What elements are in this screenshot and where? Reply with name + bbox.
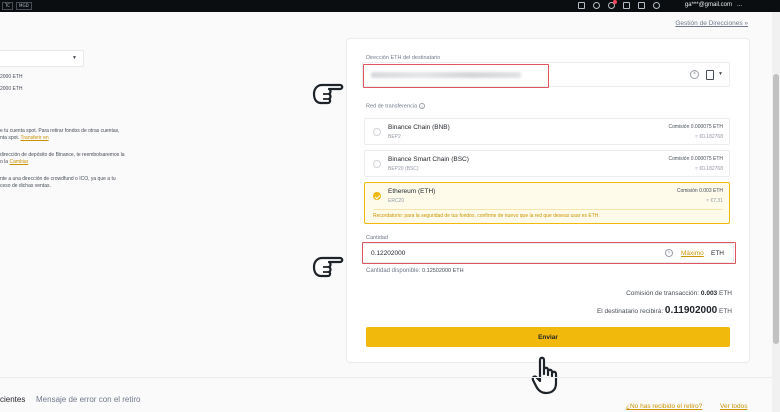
receive-unit: ETH [719,308,732,315]
available-value: 0.12502000 ETH [422,268,464,274]
network-option-bsc[interactable]: Binance Smart Chain (BSC) BEP20 (BSC) Co… [364,150,730,177]
manage-addresses-link[interactable]: Gestión de Direcciones » [675,20,748,27]
not-received-link[interactable]: ¿No has recibido el retiro? [626,403,702,410]
account-email[interactable]: ga***@gmail.com [685,2,732,8]
clicking-hand-icon [531,356,558,395]
note-transfer-line-1: e tu cuenta spot. Para retirar fondos de… [0,128,120,134]
coin-select[interactable]: ▼ [0,50,84,67]
top-bar [0,0,780,12]
badge-mgd[interactable]: MGD [16,2,32,10]
note-transfer: e tu cuenta spot. Para retirar fondos de… [0,128,120,142]
view-all-link[interactable]: Ver todos [720,403,747,410]
network-label-text: Red de transferencia [366,103,418,110]
transaction-fee: Comisión de transacción: 0.003 ETH [626,290,732,297]
bottom-divider [0,377,780,378]
available-label: Cantidad disponible: [366,268,421,274]
note-refund-line-1: dirección de depósito de Binance, te ree… [0,152,125,158]
clear-icon[interactable]: × [690,70,699,79]
network-fee: Comisión 0.000075 ETH [668,156,723,162]
fee-unit: ETH [719,290,732,297]
badge-tc[interactable]: TC [2,2,14,10]
radio-icon [373,128,381,136]
fee-amount: 0.003 [700,290,718,297]
balance-line-1: 2000 ETH [0,74,23,80]
change-link[interactable]: Cambiar [9,159,28,165]
network-fee-value: ≈ €0.182768 [695,166,723,172]
download-icon[interactable] [578,2,585,9]
receive-value: 0.11902000 [664,305,718,316]
network-fee: Comisión 0.003 ETH [676,188,723,194]
network-option-bnb[interactable]: Binance Chain (BNB) BEP2 Comisión 0.0000… [364,118,730,145]
available-balance: Cantidad disponible: 0.12502000 ETH [366,268,464,274]
document-icon[interactable] [623,2,630,9]
scrollbar-thumb[interactable] [773,74,779,344]
note-refund-text: o la [0,159,9,165]
note-refund-line-2: o la Cambiar [0,159,125,166]
wallet-icon[interactable] [638,2,645,9]
pointing-hand-icon [312,83,344,105]
network-sub: ERC20 [388,198,405,204]
tab-recent[interactable]: cientes [0,395,25,404]
network-sub: BEP2 [388,134,401,140]
receive-amount: El destinatario recibirá: 0.11902000 ETH [597,305,732,316]
notification-dot [613,0,617,4]
more-menu-icon[interactable]: ... [737,2,742,8]
network-warning: Recordatorio: para la seguridad de tus f… [373,209,723,219]
receive-label: El destinatario recibirá: [596,308,664,315]
info-icon[interactable]: i [419,103,426,109]
radio-icon [373,160,381,168]
top-icons [578,0,660,9]
balance-line-2: 2000 ETH [0,86,23,92]
fee-label: Comisión de transacción: [626,290,700,297]
check-icon [373,192,381,200]
note-ico-line-1: nte a una dirección de crowdfund o ICO, … [0,176,116,182]
network-name: Binance Chain (BNB) [388,124,450,131]
send-button[interactable]: Enviar [366,327,730,347]
network-name: Ethereum (ETH) [388,188,436,195]
pointing-hand-icon [312,256,344,278]
user-icon[interactable] [653,2,660,9]
top-badges: TC MGD [2,2,32,10]
network-label: Red de transferencia i [366,103,426,110]
network-name: Binance Smart Chain (BSC) [388,156,469,163]
chevron-down-icon: ▼ [72,55,77,61]
globe-icon[interactable] [593,2,600,9]
address-label: Dirección ETH del destinatario [366,55,441,61]
tab-withdraw-error[interactable]: Mensaje de error con el retiro [36,395,141,404]
address-book-icon[interactable] [706,70,714,80]
note-ico-line-2: ceso de dichas ventas. [0,183,51,189]
network-fee-value: ≈ €0.182768 [695,134,723,140]
network-option-eth[interactable]: Ethereum (ETH) ERC20 Comisión 0.003 ETH … [364,182,730,224]
bell-icon[interactable] [608,0,617,9]
note-transfer-line-2: nta spot. Transferir en [0,135,120,142]
network-sub: BEP20 (BSC) [388,166,419,172]
network-fee: Comisión 0.000075 ETH [668,124,723,130]
chevron-down-icon[interactable]: ▼ [718,71,723,77]
network-fee-value: ≈ €7.31 [706,198,723,204]
note-ico: nte a una dirección de crowdfund o ICO, … [0,176,116,190]
amount-label: Cantidad [366,235,389,241]
note-refund: dirección de depósito de Binance, te ree… [0,152,125,166]
note-transfer-text: nta spot. [0,135,20,141]
highlight-box-amount [362,242,736,264]
transfer-link[interactable]: Transferir en [21,135,49,141]
highlight-box-address [363,64,549,88]
